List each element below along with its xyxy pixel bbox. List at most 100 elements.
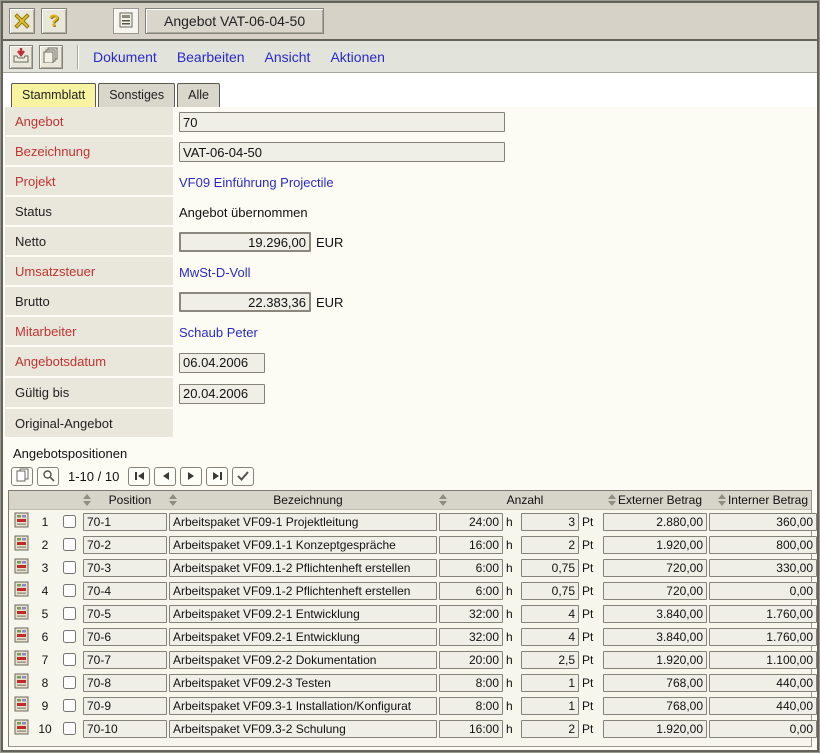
bezeichnung-input[interactable] xyxy=(169,582,437,600)
open-position-button[interactable] xyxy=(9,696,33,715)
select-all-button[interactable] xyxy=(232,467,254,486)
copy-document-button[interactable] xyxy=(39,45,63,69)
position-input[interactable] xyxy=(83,674,167,692)
externer-betrag-input[interactable] xyxy=(603,674,707,692)
position-input[interactable] xyxy=(83,513,167,531)
row-checkbox[interactable] xyxy=(63,584,76,597)
interner-betrag-input[interactable] xyxy=(709,536,817,554)
interner-betrag-input[interactable] xyxy=(709,582,817,600)
column-header-anzahl[interactable]: Anzahl xyxy=(439,493,601,507)
open-position-button[interactable] xyxy=(9,558,33,577)
externer-betrag-input[interactable] xyxy=(603,582,707,600)
save-button[interactable] xyxy=(9,45,33,69)
angebot-input[interactable] xyxy=(179,112,505,132)
zeit-input[interactable] xyxy=(439,513,503,531)
mitarbeiter-link[interactable]: Schaub Peter xyxy=(179,325,258,340)
sort-icon[interactable] xyxy=(718,494,726,506)
zeit-input[interactable] xyxy=(439,697,503,715)
zeit-input[interactable] xyxy=(439,720,503,738)
last-page-button[interactable] xyxy=(206,467,228,486)
anzahl-input[interactable] xyxy=(521,582,579,600)
menu-ansicht[interactable]: Ansicht xyxy=(265,49,311,65)
close-button[interactable] xyxy=(9,8,35,34)
position-input[interactable] xyxy=(83,720,167,738)
externer-betrag-input[interactable] xyxy=(603,628,707,646)
menu-bearbeiten[interactable]: Bearbeiten xyxy=(177,49,245,65)
column-header-interner-betrag[interactable]: Interner Betrag xyxy=(709,493,817,507)
row-checkbox[interactable] xyxy=(63,676,76,689)
externer-betrag-input[interactable] xyxy=(603,536,707,554)
tab-stammblatt[interactable]: Stammblatt xyxy=(11,83,96,107)
umsatzsteuer-link[interactable]: MwSt-D-Voll xyxy=(179,265,251,280)
next-page-button[interactable] xyxy=(180,467,202,486)
row-checkbox[interactable] xyxy=(63,607,76,620)
open-position-button[interactable] xyxy=(9,535,33,554)
row-checkbox[interactable] xyxy=(63,630,76,643)
bezeichnung-input[interactable] xyxy=(169,513,437,531)
interner-betrag-input[interactable] xyxy=(709,697,817,715)
anzahl-input[interactable] xyxy=(521,628,579,646)
position-input[interactable] xyxy=(83,582,167,600)
zeit-input[interactable] xyxy=(439,582,503,600)
sort-icon[interactable] xyxy=(83,494,91,506)
menu-dokument[interactable]: Dokument xyxy=(93,49,157,65)
open-position-button[interactable] xyxy=(9,673,33,692)
row-checkbox[interactable] xyxy=(63,561,76,574)
zeit-input[interactable] xyxy=(439,605,503,623)
sort-icon[interactable] xyxy=(608,494,616,506)
zeit-input[interactable] xyxy=(439,674,503,692)
position-input[interactable] xyxy=(83,628,167,646)
position-input[interactable] xyxy=(83,536,167,554)
interner-betrag-input[interactable] xyxy=(709,628,817,646)
open-position-button[interactable] xyxy=(9,627,33,646)
tab-sonstiges[interactable]: Sonstiges xyxy=(98,83,175,107)
column-header-bezeichnung[interactable]: Bezeichnung xyxy=(169,493,437,507)
row-checkbox[interactable] xyxy=(63,653,76,666)
position-input[interactable] xyxy=(83,559,167,577)
interner-betrag-input[interactable] xyxy=(709,651,817,669)
open-position-button[interactable] xyxy=(9,650,33,669)
zeit-input[interactable] xyxy=(439,628,503,646)
netto-input[interactable] xyxy=(179,232,311,252)
sort-icon[interactable] xyxy=(439,494,447,506)
interner-betrag-input[interactable] xyxy=(709,674,817,692)
menu-aktionen[interactable]: Aktionen xyxy=(330,49,384,65)
row-checkbox[interactable] xyxy=(63,538,76,551)
bezeichnung-input[interactable] xyxy=(169,720,437,738)
interner-betrag-input[interactable] xyxy=(709,559,817,577)
bezeichnung-input[interactable] xyxy=(169,628,437,646)
anzahl-input[interactable] xyxy=(521,513,579,531)
copy-positions-button[interactable] xyxy=(11,467,33,486)
anzahl-input[interactable] xyxy=(521,559,579,577)
anzahl-input[interactable] xyxy=(521,651,579,669)
externer-betrag-input[interactable] xyxy=(603,697,707,715)
tab-alle[interactable]: Alle xyxy=(177,83,220,107)
projekt-link[interactable]: VF09 Einführung Projectile xyxy=(179,175,334,190)
anzahl-input[interactable] xyxy=(521,536,579,554)
externer-betrag-input[interactable] xyxy=(603,651,707,669)
bezeichnung-input[interactable] xyxy=(169,559,437,577)
bezeichnung-input[interactable] xyxy=(169,536,437,554)
help-button[interactable]: ? xyxy=(41,8,67,34)
sort-icon[interactable] xyxy=(169,494,177,506)
row-checkbox[interactable] xyxy=(63,722,76,735)
document-type-button[interactable] xyxy=(113,8,139,34)
row-checkbox[interactable] xyxy=(63,515,76,528)
first-page-button[interactable] xyxy=(128,467,150,486)
position-input[interactable] xyxy=(83,605,167,623)
bezeichnung-input[interactable] xyxy=(169,651,437,669)
position-input[interactable] xyxy=(83,697,167,715)
angebotsdatum-input[interactable] xyxy=(179,353,265,373)
anzahl-input[interactable] xyxy=(521,697,579,715)
anzahl-input[interactable] xyxy=(521,605,579,623)
bezeichnung-input[interactable] xyxy=(169,697,437,715)
externer-betrag-input[interactable] xyxy=(603,513,707,531)
gueltig-bis-input[interactable] xyxy=(179,384,265,404)
open-position-button[interactable] xyxy=(9,719,33,738)
bezeichnung-input[interactable] xyxy=(169,674,437,692)
anzahl-input[interactable] xyxy=(521,720,579,738)
prev-page-button[interactable] xyxy=(154,467,176,486)
search-positions-button[interactable] xyxy=(37,467,59,486)
zeit-input[interactable] xyxy=(439,536,503,554)
zeit-input[interactable] xyxy=(439,559,503,577)
